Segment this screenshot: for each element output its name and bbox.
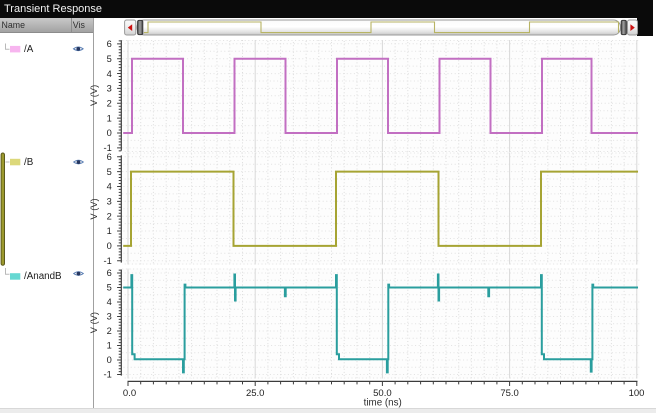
svg-text:5: 5 xyxy=(107,283,112,293)
svg-text:0: 0 xyxy=(107,355,112,365)
svg-text:-1: -1 xyxy=(104,256,112,266)
svg-text:1: 1 xyxy=(107,113,112,123)
svg-text:100: 100 xyxy=(629,388,645,399)
svg-text:1: 1 xyxy=(107,341,112,351)
svg-text:3: 3 xyxy=(107,312,112,322)
svg-text:4: 4 xyxy=(107,182,112,192)
svg-text:V (V): V (V) xyxy=(89,198,99,219)
svg-text:0.0: 0.0 xyxy=(123,388,136,399)
svg-text:4: 4 xyxy=(107,69,112,79)
svg-text:6: 6 xyxy=(107,268,112,278)
svg-text:0: 0 xyxy=(107,128,112,138)
svg-text:4: 4 xyxy=(107,297,112,307)
svg-text:6: 6 xyxy=(107,152,112,162)
svg-text:/AnandB: /AnandB xyxy=(24,271,62,282)
svg-text:2: 2 xyxy=(107,326,112,336)
svg-text:/A: /A xyxy=(24,44,34,55)
svg-text:2: 2 xyxy=(107,99,112,109)
svg-text:75.0: 75.0 xyxy=(500,388,519,399)
svg-text:5: 5 xyxy=(107,54,112,64)
svg-text:time (ns): time (ns) xyxy=(364,398,402,409)
svg-text:1: 1 xyxy=(107,226,112,236)
svg-text:0: 0 xyxy=(107,241,112,251)
svg-text:/B: /B xyxy=(24,157,34,168)
svg-text:V (V): V (V) xyxy=(89,312,99,333)
svg-text:25.0: 25.0 xyxy=(246,388,265,399)
svg-text:3: 3 xyxy=(107,197,112,207)
svg-text:6: 6 xyxy=(107,39,112,49)
svg-text:V (V): V (V) xyxy=(89,85,99,106)
svg-text:3: 3 xyxy=(107,84,112,94)
svg-text:2: 2 xyxy=(107,211,112,221)
svg-text:-1: -1 xyxy=(104,370,112,380)
svg-text:5: 5 xyxy=(107,167,112,177)
